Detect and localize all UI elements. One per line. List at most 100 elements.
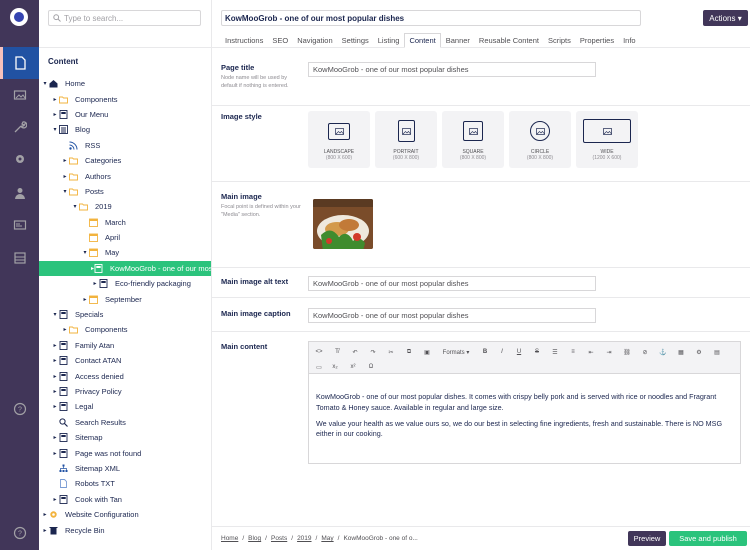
- breadcrumb-item[interactable]: KowMooGrob - one of o...: [343, 535, 417, 542]
- breadcrumb-item[interactable]: Posts: [271, 535, 287, 542]
- indent-icon[interactable]: ⇥: [603, 347, 615, 357]
- preview-button[interactable]: Preview: [628, 531, 666, 546]
- tab-instructions[interactable]: Instructions: [221, 33, 267, 48]
- breadcrumb-item[interactable]: 2019: [297, 535, 311, 542]
- image-style-option-square[interactable]: SQUARE (800 X 800): [442, 111, 504, 168]
- special-char-icon[interactable]: Ω: [365, 362, 377, 372]
- umbraco-logo-icon[interactable]: [10, 8, 28, 26]
- tree-node[interactable]: ▸ Legal: [39, 399, 211, 414]
- help-icon[interactable]: ?: [0, 393, 39, 425]
- tab-banner[interactable]: Banner: [442, 33, 474, 48]
- content-section-icon[interactable]: [0, 47, 39, 79]
- cut-icon[interactable]: ✂: [385, 347, 397, 357]
- expand-caret-icon[interactable]: ▸: [51, 96, 59, 103]
- tab-settings[interactable]: Settings: [338, 33, 373, 48]
- table-icon[interactable]: ▤: [711, 347, 723, 357]
- redo-icon[interactable]: ↷: [367, 347, 379, 357]
- tab-listing[interactable]: Listing: [374, 33, 404, 48]
- page-name-input[interactable]: [221, 10, 641, 26]
- tree-node[interactable]: ▸ Recycle Bin: [39, 522, 211, 537]
- expand-caret-icon[interactable]: ▸: [51, 450, 59, 457]
- caption-input[interactable]: KowMooGrob - one of our most popular dis…: [308, 308, 596, 323]
- settings-wrench-icon[interactable]: [0, 111, 39, 143]
- superscript-icon[interactable]: x²: [347, 362, 359, 372]
- tree-node[interactable]: ▾ Blog: [39, 122, 211, 137]
- expand-caret-icon[interactable]: ▸: [51, 342, 59, 349]
- tree-node[interactable]: ▾ Posts: [39, 184, 211, 199]
- expand-caret-icon[interactable]: ▸: [41, 527, 49, 534]
- expand-caret-icon[interactable]: ▾: [41, 80, 49, 87]
- tree-node[interactable]: ▸ Eco-friendly packaging: [39, 276, 211, 291]
- tree-node[interactable]: Sitemap XML: [39, 461, 211, 476]
- image-style-option-landscape[interactable]: LANDSCAPE (800 X 600): [308, 111, 370, 168]
- paste-icon[interactable]: ▣: [421, 347, 433, 357]
- tree-node[interactable]: ▸ Website Configuration: [39, 507, 211, 522]
- italic-icon[interactable]: I: [496, 347, 508, 357]
- tab-scripts[interactable]: Scripts: [544, 33, 575, 48]
- breadcrumb-item[interactable]: Blog: [248, 535, 261, 542]
- tree-node[interactable]: ▾ Home: [39, 76, 211, 91]
- tab-properties[interactable]: Properties: [576, 33, 618, 48]
- tree-node[interactable]: ▸ Our Menu: [39, 107, 211, 122]
- expand-caret-icon[interactable]: ▾: [61, 188, 69, 195]
- formats-dropdown[interactable]: Formats ▾: [439, 347, 473, 357]
- image-style-option-portrait[interactable]: PORTRAIT (600 X 800): [375, 111, 437, 168]
- search-input[interactable]: [64, 13, 194, 23]
- tree-node[interactable]: ▸ Family Atan: [39, 338, 211, 353]
- breadcrumb-item[interactable]: May: [321, 535, 333, 542]
- tree-node[interactable]: ▸ Privacy Policy: [39, 384, 211, 399]
- forms-section-icon[interactable]: [0, 242, 39, 274]
- tree-node[interactable]: ▾ May: [39, 245, 211, 260]
- users-section-icon[interactable]: [0, 177, 39, 209]
- tree-node[interactable]: ▸ Components: [39, 91, 211, 106]
- tab-content[interactable]: Content: [404, 33, 441, 48]
- undo-icon[interactable]: ↶: [349, 347, 361, 357]
- main-image-thumbnail[interactable]: [313, 199, 373, 249]
- save-and-publish-button[interactable]: Save and publish: [669, 531, 747, 546]
- tree-node[interactable]: ▸ September: [39, 291, 211, 306]
- tree-node[interactable]: ▸ Categories: [39, 153, 211, 168]
- tab-reusable-content[interactable]: Reusable Content: [475, 33, 543, 48]
- expand-caret-icon[interactable]: ▾: [51, 126, 59, 133]
- expand-caret-icon[interactable]: ▸: [51, 434, 59, 441]
- tab-seo[interactable]: SEO: [268, 33, 292, 48]
- expand-caret-icon[interactable]: ▸: [91, 280, 99, 287]
- media-section-icon[interactable]: [0, 79, 39, 111]
- tree-node[interactable]: April: [39, 230, 211, 245]
- subscript-icon[interactable]: x₂: [329, 362, 341, 372]
- expand-caret-icon[interactable]: ▸: [61, 157, 69, 164]
- underline-icon[interactable]: U: [513, 347, 525, 357]
- tree-node[interactable]: ▸ Cook with Tan: [39, 492, 211, 507]
- expand-caret-icon[interactable]: ▾: [81, 249, 89, 256]
- tree-node[interactable]: RSS: [39, 138, 211, 153]
- unlink-icon[interactable]: ⊘: [639, 347, 651, 357]
- copy-icon[interactable]: ⧉: [403, 347, 415, 357]
- expand-caret-icon[interactable]: ▸: [51, 373, 59, 380]
- numbered-list-icon[interactable]: ≡: [567, 347, 579, 357]
- help-bottom-icon[interactable]: ?: [0, 517, 39, 549]
- tree-node[interactable]: ▸KowMooGrob - one of our most popular di…: [39, 260, 211, 277]
- content-paragraph[interactable]: We value your health as we value ours so…: [316, 419, 736, 441]
- expand-caret-icon[interactable]: ▸: [51, 111, 59, 118]
- source-code-icon[interactable]: <>: [313, 347, 325, 357]
- expand-caret-icon[interactable]: ▸: [61, 173, 69, 180]
- expand-caret-icon[interactable]: ▾: [71, 203, 79, 210]
- macro-icon[interactable]: ⚙: [693, 347, 705, 357]
- expand-caret-icon[interactable]: ▸: [41, 511, 49, 518]
- tree-node[interactable]: March: [39, 215, 211, 230]
- actions-button[interactable]: Actions ▾: [703, 10, 748, 26]
- tree-node[interactable]: ▸ Page was not found: [39, 445, 211, 460]
- members-section-icon[interactable]: [0, 209, 39, 241]
- page-title-input[interactable]: KowMooGrob - one of our most popular dis…: [308, 62, 596, 77]
- rich-text-editor[interactable]: <> T̸ ↶ ↷ ✂ ⧉ ▣ B I U S ☰ ≡ ⇤ ⇥ ⛓ ⊘ ⚓ ▦ ⚙ ▤ ▭ x₂ x² Ω Formats ▾ K…: [308, 341, 741, 464]
- strikethrough-icon[interactable]: S: [531, 347, 543, 357]
- expand-caret-icon[interactable]: ▸: [61, 326, 69, 333]
- tree-node[interactable]: Search Results: [39, 415, 211, 430]
- expand-caret-icon[interactable]: ▸: [51, 388, 59, 395]
- bullet-list-icon[interactable]: ☰: [549, 347, 561, 357]
- gear-icon[interactable]: [0, 143, 39, 175]
- breadcrumb-item[interactable]: Home: [221, 535, 238, 542]
- tree-node[interactable]: ▸ Access denied: [39, 368, 211, 383]
- expand-caret-icon[interactable]: ▾: [51, 311, 59, 318]
- anchor-icon[interactable]: ⚓: [657, 347, 669, 357]
